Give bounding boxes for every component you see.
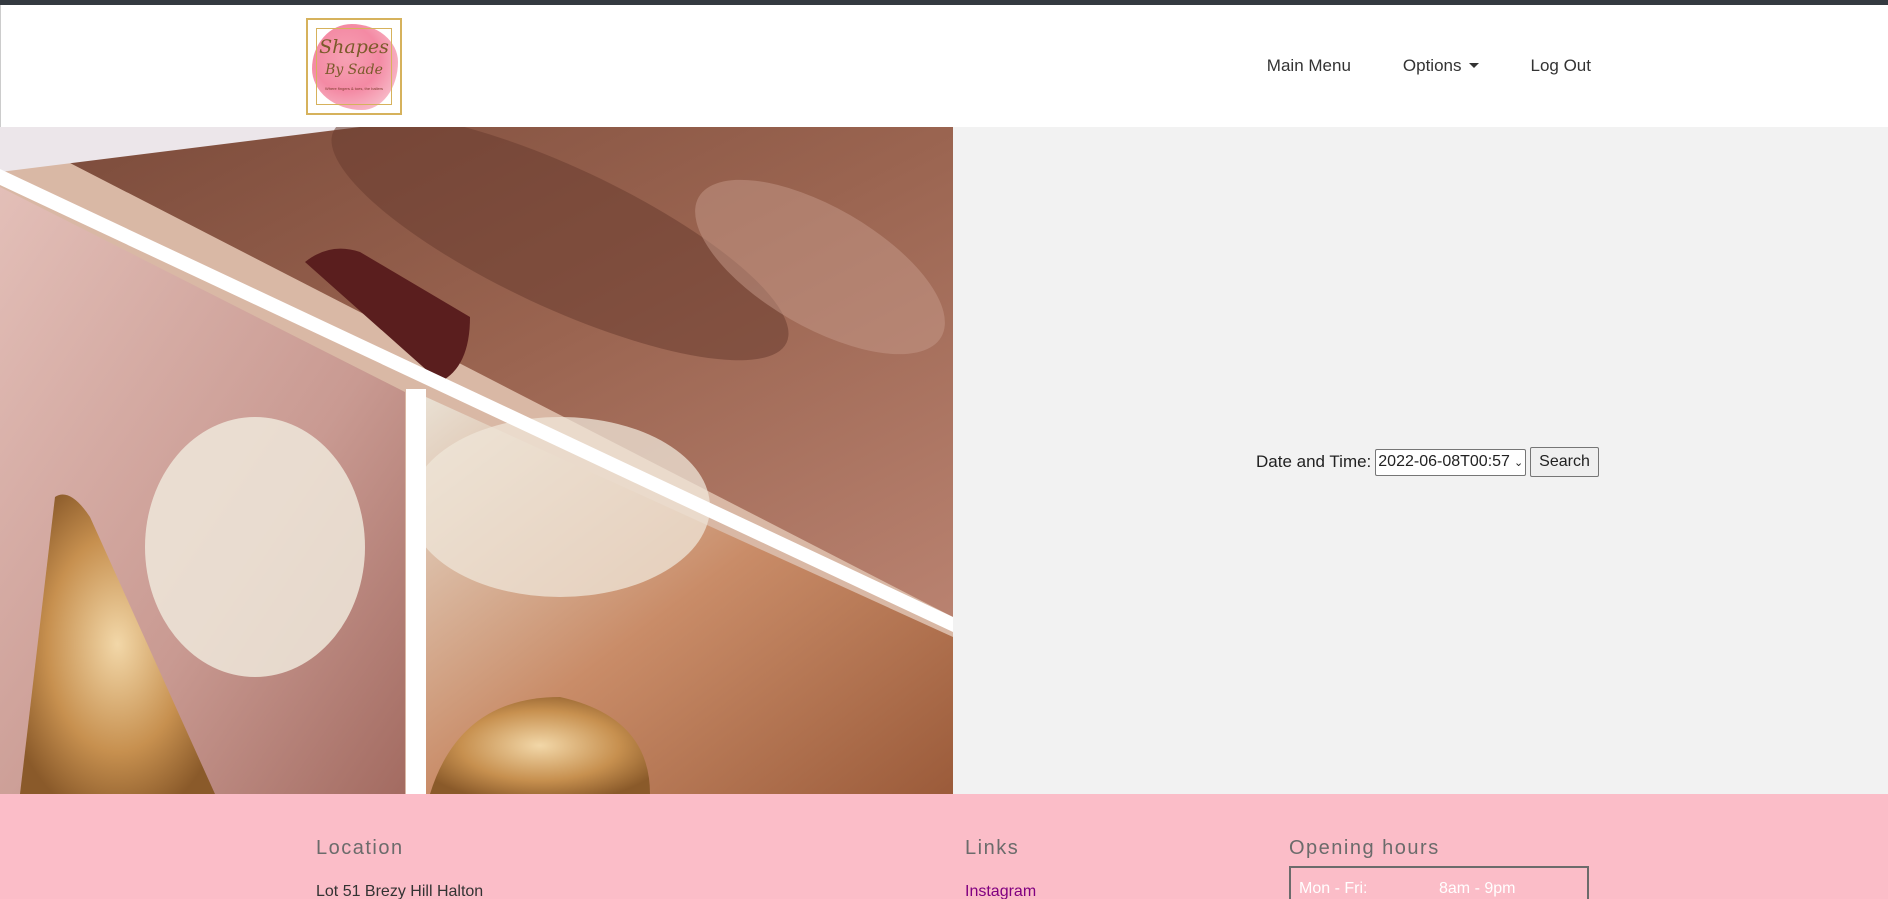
opening-hours-table: Mon - Fri: 8am - 9pm [1289,866,1589,899]
caret-down-icon [1468,63,1479,68]
search-button[interactable]: Search [1530,447,1599,477]
brand-logo[interactable]: Shapes By Sade Where fingers & toes, the… [306,18,402,115]
nail-collage-graphic [0,127,953,794]
nav-options-label: Options [1402,56,1462,75]
hours-row: Mon - Fri: 8am - 9pm [1299,880,1515,898]
hours-time: 8am - 9pm [1439,880,1516,897]
nav-main-menu[interactable]: Main Menu [1241,56,1377,76]
logo-tagline: Where fingers & toes, the ballers [324,86,384,91]
nav-links: Main Menu Options Log Out [1241,5,1591,127]
datetime-selected-value: 2022-06-08T00:57 [1378,453,1510,470]
logo-text-line2: By Sade [325,62,383,78]
logo-text-line1: Shapes [319,36,389,58]
footer-hours-title: Opening hours [1289,837,1440,859]
navbar: Shapes By Sade Where fingers & toes, the… [0,5,1888,127]
datetime-label: Date and Time: [1256,452,1372,471]
nav-options-dropdown[interactable]: Options [1377,56,1505,76]
hero-nail-collage-image [0,127,953,794]
booking-search-panel: Date and Time: 2022-06-08T00:57 ⌄ Search [953,127,1888,794]
hours-day: Mon - Fri: [1299,880,1368,897]
footer-location-title: Location [316,837,404,859]
footer-location-address: Lot 51 Brezy Hill Halton [316,883,484,899]
datetime-search-form: Date and Time: 2022-06-08T00:57 ⌄ Search [1256,447,1599,477]
nav-log-out[interactable]: Log Out [1505,56,1592,76]
datetime-select[interactable]: 2022-06-08T00:57 ⌄ [1375,448,1527,476]
chevron-down-icon: ⌄ [1513,456,1524,469]
footer-instagram-link[interactable]: Instagram [965,883,1036,899]
site-footer: Location Lot 51 Brezy Hill Halton Links … [0,794,1888,899]
footer-links-title: Links [965,837,1020,859]
